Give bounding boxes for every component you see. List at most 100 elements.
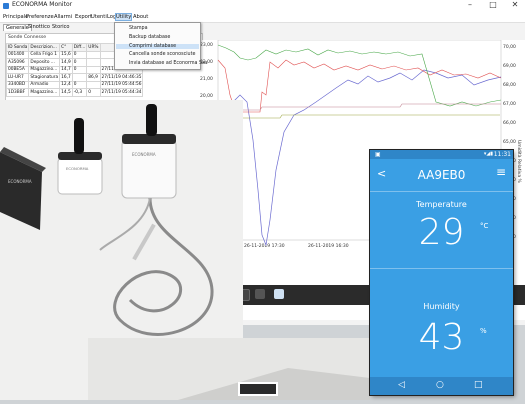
table-cell: Deposito ... [28,58,61,67]
temperature-value: 29 [418,212,465,253]
humidity-label: Humidity [423,302,460,311]
menu-item-backup[interactable]: Backup database [129,35,170,40]
home-icon[interactable]: ○ [436,380,444,390]
menu-item-compress[interactable]: Comprimi database [116,44,199,49]
table-cell: 1D3BBF [5,88,30,97]
x-tick-label: 26-11-2019 16:30 [308,243,349,249]
notification-icon: ▣ [375,151,381,158]
y-left-tick-label: 20,00 [200,93,213,99]
menu-about[interactable]: About [133,14,148,20]
table-cell: 0 [71,80,88,89]
menu-principale[interactable]: Principale [3,14,28,20]
device-label: ECONORMA [8,179,32,184]
close-button[interactable]: ✕ [505,0,525,9]
menu-allarmi[interactable]: Allarmi [54,14,72,20]
header-divider [370,191,513,192]
table-cell: 14,5 [59,88,73,97]
status-bar: ▣ ▾◢▮ 11:31 [370,150,513,159]
col-celsius[interactable]: C° [59,43,73,52]
table-cell: -0,3 [71,88,88,97]
taskbar-app-icon[interactable] [274,289,284,299]
y-right-tick-label: 69,00 [503,63,516,69]
mobile-app-screen: ▣ ▾◢▮ 11:31 < AA9EB0 ≡ Temperature 29 °C… [370,150,513,395]
tab-sinottico[interactable]: Sinottico [26,24,52,30]
table-cell: 12,4 [59,80,73,89]
app-header: < AA9EB0 ≡ [370,159,513,191]
table-cell: 86,9 [86,73,101,82]
y-right-tick-label: 66,00 [503,120,516,126]
menu-export[interactable]: Export [75,14,92,20]
table-cell: 27/11/19 05:44:56 [99,80,144,89]
signal-icon: ▾◢▮ [483,151,493,157]
table-cell: 16,7 [59,73,73,82]
table-cell: Stagionatura [28,73,61,82]
table-cell: 0 [71,65,88,74]
tab-storico[interactable]: Storico [50,24,71,30]
section-divider [370,268,513,269]
taskbar-app-icon[interactable] [255,289,265,299]
maximize-button[interactable]: □ [483,0,503,9]
y-right-tick-label: 68,00 [503,82,516,88]
table-cell [86,80,101,89]
product-box-photo [88,338,370,400]
col-diff[interactable]: Diff... [71,43,88,52]
temperature-unit: °C [480,222,489,230]
table-cell: 27/11/19 05:44:34 [99,88,144,97]
panel-title: Sonde Connesse [8,35,47,40]
hamburger-menu-icon[interactable]: ≡ [496,165,506,179]
y-right-tick-label: 67,00 [503,101,516,107]
menu-preferenze[interactable]: Preferenze [26,14,54,20]
table-row[interactable]: 3340BD Armadio 12,4 0 27/11/19 05:44:56 [5,80,144,89]
android-nav-bar: ◁ ○ □ [370,377,513,395]
status-time: 11:31 [493,151,511,158]
recents-icon[interactable]: □ [474,380,483,390]
title-bar: ECONORMA Monitor – □ ✕ [0,0,525,14]
table-cell: 001400 [5,50,30,59]
menu-bar: Principale Preferenze Allarmi Export Ute… [0,13,525,23]
table-cell: 0 [71,58,88,67]
table-cell: 27/11/19 04:46:35 [99,73,144,82]
table-cell: 0 [71,50,88,59]
window-title: ECONORMA Monitor [12,1,73,8]
y-left-tick-label: 23,00 [200,42,213,48]
device-label: ECONORMA [132,152,156,157]
y-right-axis-label: Umidità Relativa % [516,140,523,184]
table-cell: A35096 [5,58,30,67]
x-tick-label: 26-11-2019 17:30 [244,243,285,249]
humidity-unit: % [480,327,487,335]
menu-utility[interactable]: Utility [114,13,133,21]
table-cell: 0 [86,88,101,97]
table-cell: 00BE5A [5,65,30,74]
table-cell [86,65,101,74]
col-description[interactable]: Descrizion... [28,43,61,52]
table-cell [86,58,101,67]
table-cell: 14,7 [59,65,73,74]
humidity-value: 43 [418,317,465,358]
menu-utenti[interactable]: Utenti [91,14,107,20]
table-row[interactable]: 1D3BBF Magazzino... 14,5 -0,3 0 27/11/19 05:4… [5,88,144,97]
tab-strip: Generale Sinottico Storico [0,23,525,32]
menu-log[interactable]: Log [107,14,116,20]
menu-item-print[interactable]: Stampa [129,26,148,31]
table-cell: 14,9 [59,58,73,67]
utility-dropdown-menu: Stampa Backup database Comprimi database… [114,22,207,70]
table-cell: Armadio [28,80,61,89]
table-cell: Magazzino... [28,65,61,74]
device-id-title: AA9EB0 [417,168,466,182]
table-cell: LU-UR7 [5,73,30,82]
menu-item-send-database[interactable]: Invia database ad Econorma Sas [129,61,207,66]
back-icon[interactable]: ◁ [398,380,405,390]
table-cell [71,73,88,82]
y-left-tick-label: 21,00 [200,76,213,82]
col-humidity[interactable]: UR% [86,43,101,52]
app-logo-icon [3,3,9,9]
menu-item-delete-unknown[interactable]: Cancella sonde sconosciute [129,52,195,57]
table-cell: 15,6 [59,50,73,59]
table-cell: Magazzino... [28,88,61,97]
col-id[interactable]: ID Sonda [5,43,30,52]
y-right-tick-label: 65,00 [503,139,516,145]
minimize-button[interactable]: – [460,0,480,9]
table-row[interactable]: LU-UR7 Stagionatura 16,7 86,9 27/11/19 04:46… [5,73,144,82]
y-right-tick-label: 70,00 [503,44,516,50]
table-cell: 3340BD [5,80,30,89]
